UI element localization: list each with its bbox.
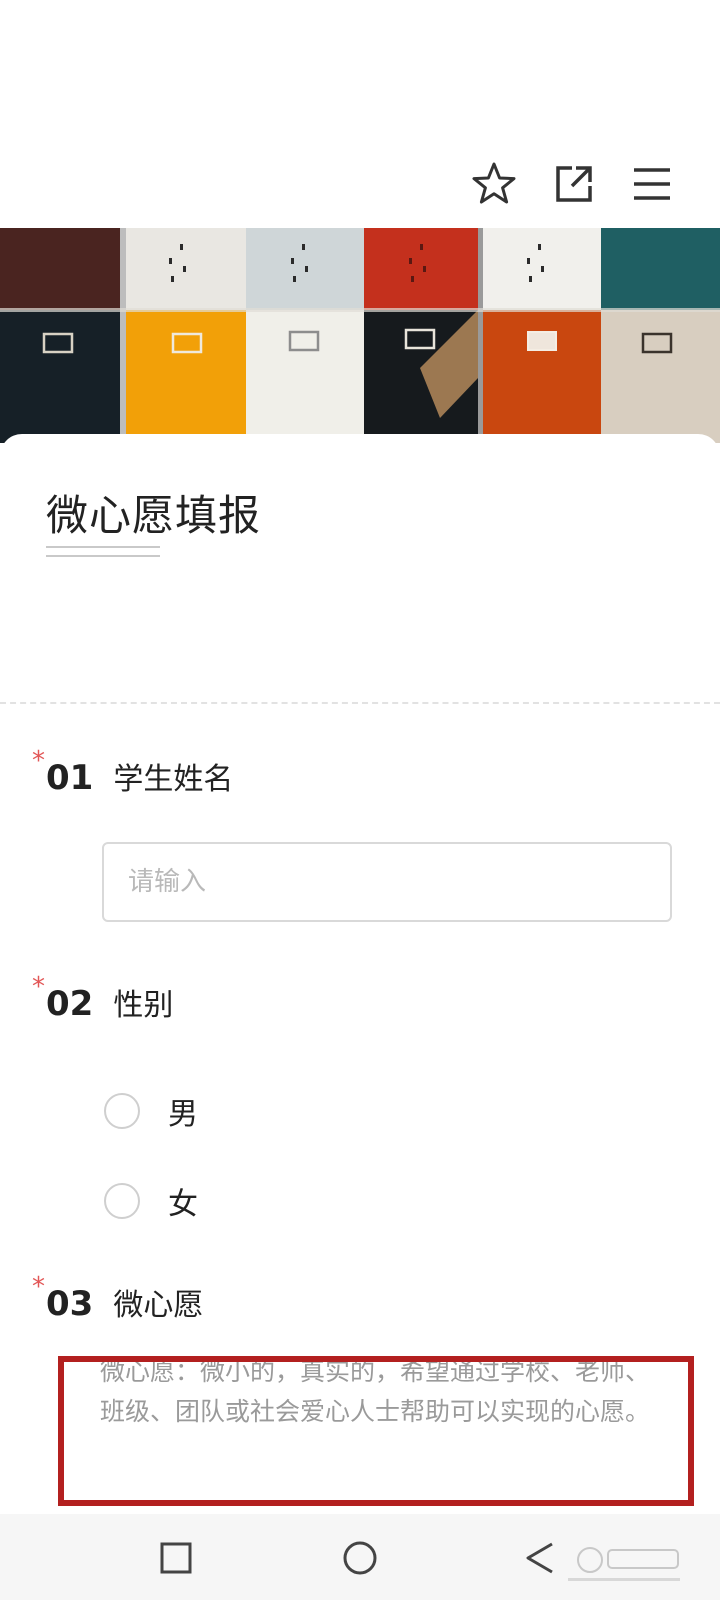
student-name-field[interactable] [102, 842, 672, 922]
form-card: 微心愿填报 * 01学生姓名 * 02性别 男 女 * 03微心愿 微心愿：微小… [0, 434, 720, 1514]
required-mark: * [32, 972, 45, 1002]
question-number: 02 [46, 984, 94, 1024]
header-banner-image [0, 228, 720, 443]
star-icon[interactable] [470, 160, 518, 208]
radio-button[interactable] [104, 1093, 140, 1129]
student-name-input[interactable] [104, 844, 670, 920]
question-gender: * 02 性别 [32, 972, 174, 1024]
gender-option-female[interactable]: 女 [104, 1179, 198, 1223]
question-label: 性别 [113, 988, 174, 1023]
title-underline [46, 546, 160, 557]
back-icon[interactable] [516, 1534, 564, 1582]
question-label: 学生姓名 [113, 762, 234, 797]
system-nav-bar [0, 1514, 720, 1600]
question-student-name: * 01 学生姓名 [32, 746, 234, 798]
option-label: 女 [168, 1187, 198, 1222]
recent-apps-icon[interactable] [152, 1534, 200, 1582]
menu-icon[interactable] [628, 160, 676, 208]
app-header [0, 0, 720, 228]
form-title: 微心愿填报 [46, 491, 262, 540]
gender-option-male[interactable]: 男 [104, 1089, 198, 1133]
question-micro-wish: * 03 微心愿 [32, 1272, 204, 1324]
highlight-box [58, 1356, 694, 1506]
question-number: 03 [46, 1284, 94, 1324]
home-icon[interactable] [336, 1534, 384, 1582]
radio-button[interactable] [104, 1183, 140, 1219]
question-number: 01 [46, 758, 94, 798]
question-label: 微心愿 [113, 1288, 204, 1323]
required-mark: * [32, 746, 45, 776]
option-label: 男 [168, 1097, 198, 1132]
required-mark: * [32, 1272, 45, 1302]
watermark-logo [560, 1540, 690, 1594]
share-icon[interactable] [550, 160, 598, 208]
section-divider [0, 702, 720, 704]
